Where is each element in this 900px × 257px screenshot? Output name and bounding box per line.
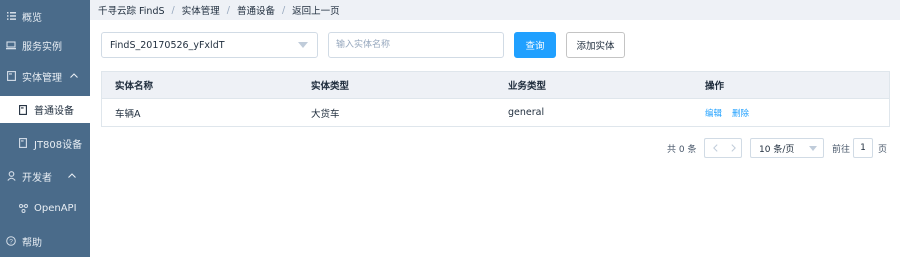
sidebar-item-label: 普通设备 <box>34 106 74 117</box>
breadcrumb-separator: / <box>226 4 230 16</box>
add-entity-button[interactable]: 添加实体 <box>566 32 625 58</box>
chevron-down-icon <box>298 42 308 48</box>
breadcrumb-item[interactable]: 普通设备 <box>237 3 275 17</box>
sidebar-item-openapi[interactable]: OpenAPI <box>0 197 90 219</box>
help-icon: ? <box>6 236 16 246</box>
table-row: 车辆A 大货车 general 编辑 删除 <box>102 99 889 126</box>
cell-entity-name: 车辆A <box>115 108 141 120</box>
cell-business-type: general <box>508 107 545 118</box>
chevron-up-icon <box>70 71 78 81</box>
prev-page-button[interactable] <box>704 138 726 158</box>
user-icon <box>6 171 16 181</box>
back-link[interactable]: 返回上一页 <box>292 3 340 17</box>
device-icon <box>18 138 28 148</box>
page-size-value: 10 条/页 <box>759 144 795 155</box>
chevron-up-icon <box>68 171 76 181</box>
sidebar-item-label: JT808设备 <box>34 139 83 151</box>
sidebar-item-help[interactable]: ? 帮助 <box>0 230 90 252</box>
entity-name-input[interactable] <box>328 32 504 58</box>
table-header: 实体名称 实体类型 业务类型 操作 <box>102 72 889 99</box>
sidebar-item-jt808-devices[interactable]: JT808设备 <box>0 132 90 154</box>
chevron-down-icon <box>809 146 817 151</box>
cell-actions: 编辑 删除 <box>705 99 749 126</box>
delete-link[interactable]: 删除 <box>732 107 749 119</box>
sidebar-item-normal-devices[interactable]: 普通设备 <box>0 96 90 123</box>
breadcrumb-separator: / <box>171 4 175 16</box>
sidebar: 概览 服务实例 实体管理 普通设备 JT808设备 开发者 OpenAPI ? … <box>0 0 90 257</box>
sidebar-item-entity-management[interactable]: 实体管理 <box>0 65 90 87</box>
sidebar-item-service-instances[interactable]: 服务实例 <box>0 34 90 56</box>
column-header: 操作 <box>705 81 725 92</box>
breadcrumb: 千寻云踪 FindS / 实体管理 / 普通设备 / 返回上一页 <box>90 0 900 20</box>
server-icon <box>6 40 16 50</box>
goto-label: 前往 <box>832 144 851 155</box>
sidebar-item-overview[interactable]: 概览 <box>0 5 90 27</box>
svg-text:?: ? <box>9 238 13 245</box>
sidebar-item-developer[interactable]: 开发者 <box>0 165 90 187</box>
column-header: 业务类型 <box>508 81 547 92</box>
folder-icon <box>6 71 16 81</box>
sidebar-item-label: 概览 <box>22 12 42 24</box>
chevron-left-icon <box>713 144 718 152</box>
page-size-select[interactable]: 10 条/页 <box>750 138 824 158</box>
entity-table: 实体名称 实体类型 业务类型 操作 车辆A 大货车 general 编辑 删除 <box>101 71 890 127</box>
sidebar-item-label: 实体管理 <box>22 72 62 84</box>
sidebar-item-label: OpenAPI <box>34 202 77 214</box>
query-button[interactable]: 查询 <box>514 32 556 58</box>
breadcrumb-item[interactable]: 实体管理 <box>182 3 220 17</box>
breadcrumb-item[interactable]: 千寻云踪 FindS <box>98 3 165 17</box>
column-header: 实体名称 <box>115 81 154 92</box>
pagination-total: 共 0 条 <box>667 144 697 155</box>
service-select-value: FindS_20170526_yFxldT <box>110 39 225 51</box>
network-icon <box>18 203 28 213</box>
next-page-button[interactable] <box>726 138 742 158</box>
breadcrumb-separator: / <box>281 4 286 16</box>
sidebar-item-label: 服务实例 <box>22 41 62 53</box>
cell-entity-type: 大货车 <box>311 108 340 120</box>
page-suffix: 页 <box>878 144 888 155</box>
edit-link[interactable]: 编辑 <box>705 107 722 119</box>
device-icon <box>18 104 28 115</box>
sidebar-item-label: 帮助 <box>22 237 42 249</box>
sidebar-item-label: 开发者 <box>22 172 52 184</box>
service-select[interactable]: FindS_20170526_yFxldT <box>101 32 318 58</box>
column-header: 实体类型 <box>311 81 350 92</box>
goto-page-input[interactable] <box>853 138 873 158</box>
chevron-right-icon <box>731 144 736 152</box>
list-icon <box>6 11 16 21</box>
